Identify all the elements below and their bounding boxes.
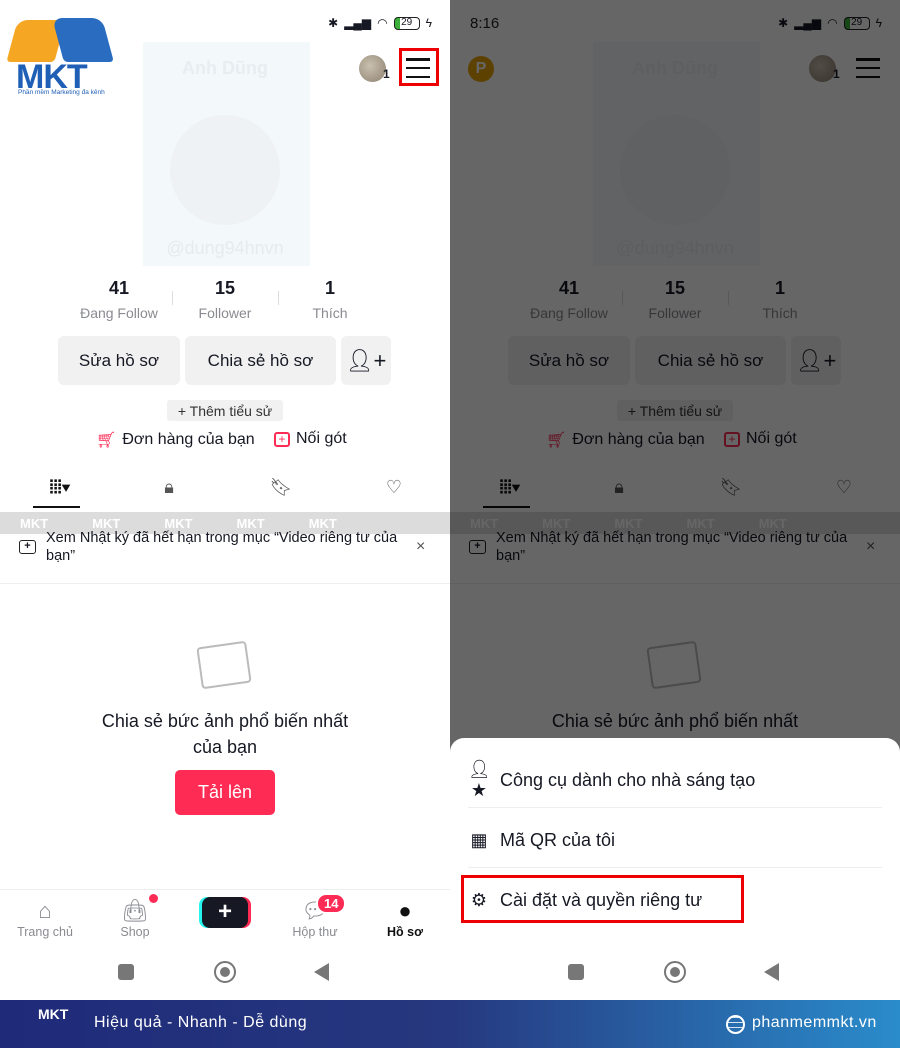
add-user-icon: 👤︎+ <box>345 347 387 373</box>
account-avatar[interactable] <box>359 55 386 82</box>
nav-icon: ● <box>398 898 412 923</box>
mkt-logo: MKT Phần mềm Marketing đa kênh <box>6 10 114 96</box>
stat-label: Follower <box>198 305 252 321</box>
profile-handle: @dung94hnvn <box>166 238 284 258</box>
nav-item-3[interactable]: 💬︎ Hộp thư <box>270 897 360 939</box>
tab-liked[interactable]: ♡ <box>379 474 409 500</box>
stat-label: Thích <box>312 305 348 321</box>
nav-label: Trang chủ <box>17 925 73 939</box>
tab-private[interactable]: 🔒︎ <box>154 474 184 500</box>
cart-icon: 🛒︎ <box>96 432 117 449</box>
highlight-menu <box>399 48 439 86</box>
orders-label: Đơn hàng của bạn <box>122 431 255 448</box>
bookmark-hidden-icon: 🔖︎ <box>269 476 293 497</box>
empty-line: của bạn <box>192 737 258 757</box>
home-button[interactable] <box>664 961 686 983</box>
account-count: 1 <box>383 67 390 81</box>
signal-icon: ▂▄▆ <box>344 16 372 30</box>
image-icon <box>196 640 252 690</box>
stat-value: 41 <box>108 278 130 298</box>
profile-screen: ✱ ▂▄▆ ◠ 29 ϟ Anh Dũng @dung94hnvn 1 41 Đang Follo… <box>0 0 450 1000</box>
plus-box-icon: + <box>274 431 290 447</box>
tab-indicator <box>33 506 80 508</box>
add-bio-button[interactable]: + Thêm tiểu sử <box>167 400 283 421</box>
status-icons: ✱ ▂▄▆ ◠ 29 ϟ <box>328 16 432 30</box>
empty-line: Chia sẻ bức ảnh phổ biến nhất <box>101 711 349 731</box>
highlight-settings <box>461 875 744 923</box>
add-friend-button[interactable]: 👤︎+ <box>341 336 391 385</box>
notice-text[interactable]: Xem Nhật ký đã hết hạn trong mục “Video … <box>46 529 406 565</box>
stat-value: 15 <box>214 278 236 298</box>
home-button[interactable] <box>214 961 236 983</box>
lock-icon: 🔒︎ <box>164 476 174 497</box>
wifi-icon: ◠ <box>377 16 388 30</box>
watermark: MKT <box>20 515 49 531</box>
footer-logo: MKT <box>38 1006 69 1022</box>
recents-button[interactable] <box>568 964 584 980</box>
globe-icon <box>726 1015 745 1034</box>
stat-1[interactable]: 15 Follower <box>175 278 275 321</box>
footer-slogan: Hiệu quả - Nhanh - Dễ dùng <box>94 1014 308 1031</box>
profile-screen-with-menu: 8:16✱▂▄▆◠29ϟAnh Dũng@dung94hnvnP141Đang … <box>450 0 900 1000</box>
edit-profile-button[interactable]: Sửa hồ sơ <box>58 336 180 385</box>
charging-icon: ϟ <box>425 16 432 30</box>
back-button[interactable] <box>314 963 329 981</box>
footer-website: phanmemmkt.vn <box>752 1014 877 1031</box>
qr-code-icon: ▦ <box>470 829 488 850</box>
follow-along-label: Nối gót <box>296 430 347 447</box>
upload-button[interactable]: Tải lên <box>175 770 275 815</box>
battery-icon: 29 <box>393 16 420 30</box>
menu-item-label: Mã QR của tôi <box>500 829 616 850</box>
profile-avatar[interactable] <box>170 115 280 225</box>
orders-link[interactable]: 🛒︎ Đơn hàng của bạn <box>96 430 255 450</box>
camera-plus-icon: + <box>19 540 36 554</box>
follow-along-link[interactable]: + Nối gót <box>274 430 347 448</box>
menu-item-label: Công cụ dành cho nhà sáng tạo <box>500 769 756 790</box>
nav-item-0[interactable]: ⌂ Trang chủ <box>0 897 90 939</box>
nav-item-1[interactable]: 👜︎ Shop <box>90 897 180 939</box>
nav-label: Hồ sơ <box>387 925 423 939</box>
stat-label: Đang Follow <box>80 305 158 321</box>
inbox-badge: 14 <box>316 893 347 914</box>
nav-icon: 💬︎ <box>301 898 329 923</box>
recents-button[interactable] <box>118 964 134 980</box>
close-notice-button[interactable]: × <box>416 538 425 556</box>
heart-hidden-icon: ♡ <box>385 476 403 497</box>
stat-value: 1 <box>324 278 335 298</box>
nav-icon: ⌂ <box>38 898 52 923</box>
nav-item-4[interactable]: ● Hồ sơ <box>360 897 450 939</box>
logo-tagline: Phần mềm Marketing đa kênh <box>18 89 105 96</box>
tab-saved[interactable]: 🔖︎ <box>266 474 296 500</box>
bluetooth-icon: ✱ <box>328 16 339 30</box>
stat-0[interactable]: 41 Đang Follow <box>69 278 169 321</box>
nav-label: Hộp thư <box>292 925 338 939</box>
menu-item-1[interactable]: ▦ Mã QR của tôi <box>468 818 882 862</box>
create-button[interactable]: + <box>202 897 248 928</box>
grid-icon: ⦙⦙⦙▾ <box>49 476 71 497</box>
creator-tools-icon: 👤︎★ <box>468 759 491 800</box>
empty-state-text: Chia sẻ bức ảnh phổ biến nhất của bạn <box>0 708 450 760</box>
shop-notification-dot <box>149 894 158 903</box>
stat-2[interactable]: 1 Thích <box>280 278 380 321</box>
tab-videos[interactable]: ⦙⦙⦙▾ <box>42 474 78 500</box>
footer-banner: MKT Hiệu quả - Nhanh - Dễ dùng phanmemmk… <box>0 1000 900 1048</box>
share-profile-button[interactable]: Chia sẻ hồ sơ <box>185 336 336 385</box>
back-button[interactable] <box>764 963 779 981</box>
nav-icon: 👜︎ <box>121 898 149 923</box>
menu-item-0[interactable]: 👤︎★ Công cụ dành cho nhà sáng tạo <box>468 758 882 802</box>
nav-label: Shop <box>120 925 150 939</box>
